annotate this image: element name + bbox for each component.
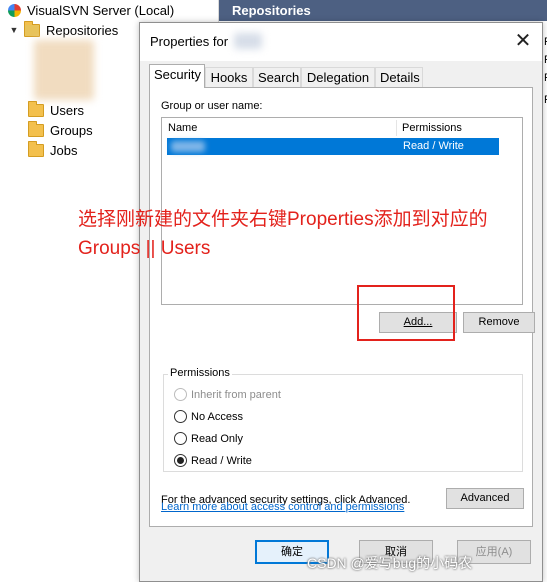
close-icon[interactable]: ✕ (512, 30, 534, 52)
blurred-folder-name (234, 33, 262, 49)
blurred-repository-names (34, 40, 94, 100)
permissions-group-title: Permissions (168, 367, 232, 379)
tab-delegation[interactable]: Delegation (301, 67, 375, 87)
tree-item-label: Groups (50, 122, 93, 138)
tab-hooks[interactable]: Hooks (205, 67, 253, 87)
help-link[interactable]: Learn more about access control and perm… (161, 501, 404, 513)
row-permission: Read / Write (403, 140, 464, 152)
annotation-text: 选择刚新建的文件夹右键Properties添加到对应的 Groups || Us… (78, 205, 543, 263)
table-row-selected[interactable]: Read / Write (167, 138, 499, 155)
blurred-user-name (171, 141, 205, 152)
radio-button[interactable] (174, 432, 187, 445)
radio-label: No Access (191, 410, 243, 423)
tree-item-users[interactable]: Users (28, 100, 84, 120)
dialog-title: Properties for (150, 34, 229, 49)
tree-item-label: Jobs (50, 142, 78, 158)
chevron-down-icon[interactable]: ▼ (8, 25, 20, 35)
remove-button-label: Remove (478, 316, 520, 328)
folder-icon (28, 120, 44, 137)
radio-read-only[interactable]: Read Only (174, 432, 243, 445)
radio-label: Read Only (191, 432, 243, 445)
tree-repositories-label: Repositories (46, 22, 119, 38)
tree-item-groups[interactable]: Groups (28, 120, 93, 140)
radio-button[interactable] (174, 388, 187, 401)
radio-inherit-from-parent[interactable]: Inherit from parent (174, 388, 281, 401)
annotation-highlight-box (357, 285, 455, 341)
radio-button[interactable] (174, 410, 187, 423)
radio-no-access[interactable]: No Access (174, 410, 243, 423)
radio-label: Inherit from parent (191, 388, 281, 401)
permissions-group: Permissions Inherit from parent No Acces… (163, 367, 523, 472)
tree-item-repositories[interactable]: ▼ Repositories (8, 20, 118, 40)
security-tab-panel: Group or user name: Name Permissions Rea… (149, 87, 535, 527)
tree-item-server[interactable]: VisualSVN Server (Local) (8, 0, 174, 20)
apply-button-label: 应用(A) (475, 546, 513, 558)
tree-item-jobs[interactable]: Jobs (28, 140, 77, 160)
tree-server-label: VisualSVN Server (Local) (27, 2, 175, 18)
tree-item-label: Users (50, 102, 84, 118)
annotation-line-1: 选择刚新建的文件夹右键Properties添加到对应的 (78, 209, 488, 230)
repositories-icon (24, 20, 40, 37)
column-divider (396, 120, 397, 136)
pane-header: Repositories (219, 0, 547, 21)
advanced-button[interactable]: Advanced (446, 488, 524, 509)
tab-security[interactable]: Security (149, 64, 205, 88)
folder-icon (28, 100, 44, 117)
remove-button[interactable]: Remove (463, 312, 535, 333)
annotation-line-2: Groups || Users (78, 238, 211, 259)
column-header-permissions[interactable]: Permissions (402, 122, 462, 134)
folder-icon (28, 140, 44, 157)
advanced-button-label: Advanced (460, 492, 510, 504)
tab-details[interactable]: Details (375, 67, 423, 87)
radio-read-write[interactable]: Read / Write (174, 454, 252, 467)
watermark-text: CSDN @爱写bug的小码农 (307, 555, 473, 571)
ok-button-label: 确定 (281, 546, 303, 558)
dialog-titlebar[interactable]: Properties for ✕ (140, 23, 542, 61)
visualsvn-icon (8, 3, 21, 17)
radio-label: Read / Write (191, 454, 252, 467)
properties-dialog: Properties for ✕ Security Hooks Search D… (139, 22, 543, 582)
column-header-name[interactable]: Name (168, 122, 197, 134)
tab-search[interactable]: Search (253, 67, 301, 87)
radio-button[interactable] (174, 454, 187, 467)
group-or-user-label: Group or user name: (161, 100, 263, 112)
